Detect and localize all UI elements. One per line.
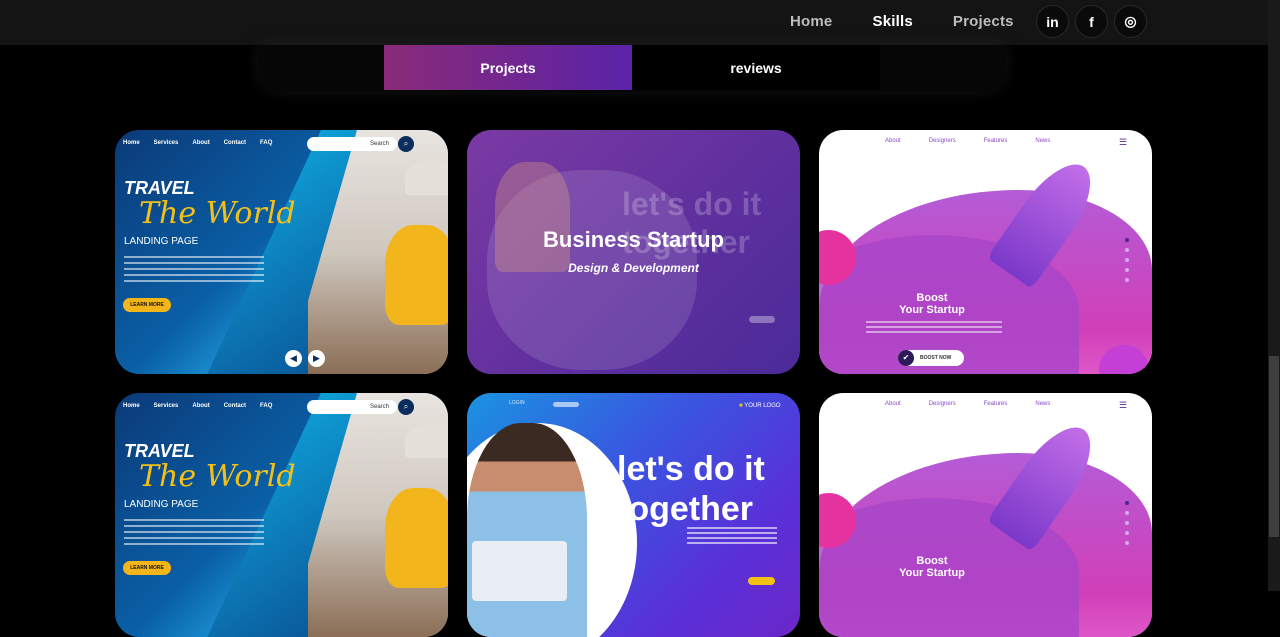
travel-nav-services: Services (153, 140, 179, 146)
boost-nav-features: Features (983, 401, 1008, 407)
check-icon: ✔ (898, 350, 914, 366)
together-paragraph (687, 527, 777, 545)
boost-nav-designers: Designers (928, 401, 956, 407)
project-card-boost-2[interactable]: About Designers Features News ☰ Boost Yo… (819, 393, 1152, 637)
arrow-right-icon: ▶ (308, 350, 325, 367)
logo-icon: ■ (739, 403, 743, 409)
boost-line-2: Your Startup (899, 567, 965, 579)
travel-nav-contact: Contact (223, 403, 247, 409)
search-icon: ⌕ (398, 136, 414, 152)
travel-script: The World (139, 459, 296, 494)
together-line-1: let's do it (617, 450, 765, 488)
boost-headline: Boost Your Startup (819, 555, 1045, 579)
travel-nav: Home Services About Contact FAQ (123, 403, 272, 409)
travel-nav-about: About (192, 140, 210, 146)
travel-nav-faq: FAQ (260, 140, 273, 146)
boost-line-1: Boost (916, 555, 948, 567)
girl-shape (385, 225, 448, 325)
hamburger-icon: ☰ (1119, 400, 1128, 410)
hat-shape (405, 160, 448, 195)
nav-link-projects[interactable]: Projects (953, 13, 1014, 30)
together-logo: ■ YOUR LOGO (739, 403, 781, 409)
travel-learn-more: LEARN MORE (123, 561, 171, 575)
logo-text: YOUR LOGO (744, 403, 781, 409)
boost-paragraph (866, 321, 1002, 333)
together-nav-login: LOGIN (509, 400, 525, 406)
pager-dots (1125, 238, 1129, 282)
travel-subtitle: LANDING PAGE (124, 236, 199, 247)
slider-arrows: ◀ ▶ (285, 350, 325, 367)
boost-nav-news: News (1035, 138, 1051, 144)
scrollbar-thumb[interactable] (1269, 356, 1279, 537)
project-card-boost[interactable]: About Designers Features News ☰ Boost Yo… (819, 130, 1152, 374)
together-headline: let's do it together (617, 449, 765, 529)
arrow-left-icon: ◀ (285, 350, 302, 367)
hamburger-icon: ☰ (1119, 137, 1128, 147)
travel-paragraph (124, 256, 264, 284)
project-card-travel-2[interactable]: Home Services About Contact FAQ Search ⌕… (115, 393, 448, 637)
project-card-travel[interactable]: Home Services About Contact FAQ Search ⌕… (115, 130, 448, 374)
boost-nav: About Designers Features News (885, 138, 1050, 144)
nav-link-home[interactable]: Home (790, 13, 832, 30)
social-links: in f ◎ (1036, 5, 1147, 38)
travel-nav-about: About (192, 403, 210, 409)
travel-nav-contact: Contact (223, 140, 247, 146)
travel-learn-more: LEARN MORE (123, 298, 171, 312)
laptop-shape (472, 541, 567, 601)
boost-nav: About Designers Features News (885, 401, 1050, 407)
pager-dots (1125, 501, 1129, 545)
boost-nav-features: Features (983, 138, 1008, 144)
travel-subtitle: LANDING PAGE (124, 499, 199, 510)
project-card-business[interactable]: let's do it together Business Startup De… (467, 130, 800, 374)
decorative-pill (749, 316, 775, 323)
facebook-icon[interactable]: f (1075, 5, 1108, 38)
top-navbar: Home Skills Projects in f ◎ (0, 0, 1268, 45)
boost-nav-about: About (885, 401, 901, 407)
decorative-bar (553, 402, 579, 407)
boost-nav-designers: Designers (928, 138, 956, 144)
hat-shape (405, 423, 448, 458)
instagram-icon[interactable]: ◎ (1114, 5, 1147, 38)
man-photo (495, 162, 570, 272)
tab-reviews[interactable]: reviews (632, 45, 880, 90)
man-photo (467, 423, 587, 637)
boost-headline: Boost Your Startup (819, 292, 1045, 316)
boost-nav-about: About (885, 138, 901, 144)
nav-link-skills[interactable]: Skills (872, 13, 912, 30)
main-nav: Home Skills Projects (790, 13, 1054, 30)
travel-paragraph (124, 519, 264, 547)
girl-shape (385, 488, 448, 588)
tab-projects[interactable]: Projects (384, 45, 632, 90)
travel-search: Search (307, 400, 397, 414)
travel-nav-faq: FAQ (260, 403, 273, 409)
linkedin-icon[interactable]: in (1036, 5, 1069, 38)
together-button (748, 577, 775, 585)
travel-nav: Home Services About Contact FAQ (123, 140, 272, 146)
business-subtitle: Design & Development (568, 261, 699, 275)
boost-line-2: Your Startup (899, 304, 965, 316)
travel-nav-home: Home (123, 403, 140, 409)
project-card-together[interactable]: LOGIN ■ YOUR LOGO let's do it together (467, 393, 800, 637)
business-title: Business Startup (543, 227, 724, 252)
travel-nav-services: Services (153, 403, 179, 409)
boost-line-1: Boost (916, 292, 948, 304)
travel-script: The World (139, 196, 296, 231)
travel-nav-home: Home (123, 140, 140, 146)
search-icon: ⌕ (398, 399, 414, 415)
together-line-2: together (617, 490, 753, 528)
travel-search: Search (307, 137, 397, 151)
boost-nav-news: News (1035, 401, 1051, 407)
